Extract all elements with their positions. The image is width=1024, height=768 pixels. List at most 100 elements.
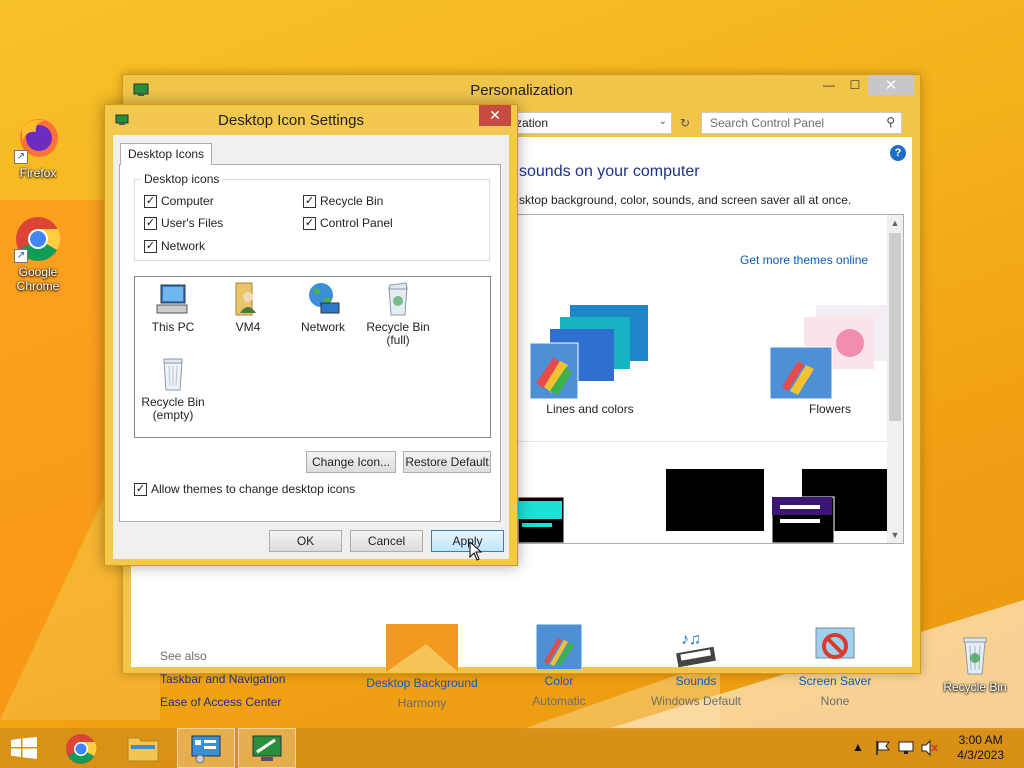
bottom-item-label: Color xyxy=(544,674,574,688)
personalization-icon xyxy=(252,735,282,761)
taskbar-navigation-link[interactable]: Taskbar and Navigation xyxy=(160,672,285,686)
control-panel-icon xyxy=(191,735,221,764)
desktop-icons-group: Desktop icons ✓ Computer ✓ Recycle Bin ✓… xyxy=(134,172,490,261)
scrollbar-thumb[interactable] xyxy=(889,233,901,421)
checkbox-box[interactable]: ✓ xyxy=(144,216,157,230)
file-explorer-taskbar-button[interactable] xyxy=(115,728,173,768)
chrome-icon: ↗ xyxy=(14,215,62,263)
checkbox-label: Control Panel xyxy=(320,216,393,230)
desktop-icon-firefox[interactable]: ↗ Firefox xyxy=(0,116,76,180)
screen-saver-icon xyxy=(812,624,858,670)
system-clock[interactable]: 3:00 AM 4/3/2023 xyxy=(957,733,1004,763)
sounds-item[interactable]: ♪♫ Sounds Windows Default xyxy=(626,624,766,708)
caption-buttons: — ☐ ✕ xyxy=(816,75,914,95)
refresh-icon[interactable]: ↻ xyxy=(674,112,696,134)
search-icon[interactable]: ⚲ xyxy=(886,115,895,129)
checkbox-box[interactable]: ✓ xyxy=(144,239,157,253)
svg-text:♪♫: ♪♫ xyxy=(681,631,701,648)
this-pc-icon xyxy=(155,281,191,317)
dialog-close-button[interactable]: ✕ xyxy=(479,105,511,126)
tab-desktop-icons[interactable]: Desktop Icons xyxy=(120,143,213,165)
checkbox-box[interactable]: ✓ xyxy=(134,482,147,496)
apply-button[interactable]: Apply xyxy=(431,530,504,552)
personalization-taskbar-button[interactable] xyxy=(238,728,296,768)
theme-lines-and-colors[interactable]: Lines and colors xyxy=(529,303,650,416)
network-icon[interactable] xyxy=(898,740,914,756)
get-more-themes-link[interactable]: Get more themes online xyxy=(740,253,868,267)
address-field[interactable]: zation ⌄ xyxy=(509,112,672,134)
help-icon[interactable]: ? xyxy=(890,145,906,161)
checkbox-allow-themes[interactable]: ✓ Allow themes to change desktop icons xyxy=(134,482,355,496)
checkbox-control-panel[interactable]: ✓ Control Panel xyxy=(303,216,393,230)
control-panel-taskbar-button[interactable] xyxy=(177,728,235,768)
checkbox-label: User's Files xyxy=(161,216,224,230)
chrome-icon xyxy=(66,734,97,764)
close-button[interactable]: ✕ xyxy=(868,75,914,95)
checkbox-network[interactable]: ✓ Network xyxy=(144,239,205,253)
clock-time: 3:00 AM xyxy=(958,733,1003,747)
checkbox-label: Recycle Bin xyxy=(320,194,384,208)
theme-high-contrast-2[interactable] xyxy=(771,469,898,543)
bottom-item-label: Desktop Background xyxy=(366,676,478,690)
minimize-button[interactable]: — xyxy=(816,75,842,95)
tab-panel: Desktop icons ✓ Computer ✓ Recycle Bin ✓… xyxy=(119,164,501,522)
volume-muted-icon[interactable] xyxy=(921,740,939,756)
windows-logo-icon xyxy=(11,737,37,759)
desktop-icon-label: Google Chrome xyxy=(16,265,60,293)
search-input[interactable]: Search Control Panel ⚲ xyxy=(701,112,902,134)
user-folder-icon xyxy=(230,281,266,317)
see-also-heading: See also xyxy=(160,649,207,663)
chrome-taskbar-button[interactable] xyxy=(53,728,111,768)
cancel-button[interactable]: Cancel xyxy=(350,530,423,552)
list-item-network[interactable]: Network xyxy=(286,281,360,334)
bottom-item-value: Windows Default xyxy=(650,694,742,708)
start-button[interactable] xyxy=(0,728,50,768)
bottom-item-value: Automatic xyxy=(532,694,586,708)
shortcut-arrow-icon: ↗ xyxy=(14,249,28,263)
list-item-recycle-bin-empty[interactable]: Recycle Bin (empty) xyxy=(136,356,210,422)
list-item-recycle-bin-full[interactable]: Recycle Bin (full) xyxy=(361,281,435,347)
chevron-up-icon[interactable]: ▲ xyxy=(887,215,903,231)
chevron-down-icon[interactable]: ⌄ xyxy=(659,116,667,127)
icon-list[interactable]: This PC VM4 Network Recycle Bin (full) R… xyxy=(134,276,491,438)
checkbox-box[interactable]: ✓ xyxy=(144,194,157,208)
screen-saver-item[interactable]: Screen Saver None xyxy=(765,624,905,708)
checkbox-label: Network xyxy=(161,239,206,253)
desktop-icon-recycle-bin[interactable]: Recycle Bin xyxy=(937,630,1013,694)
desktop-icon-label: Recycle Bin xyxy=(943,680,1007,694)
list-item-label: VM4 xyxy=(235,320,261,334)
theme-divider xyxy=(518,441,888,442)
list-item-label: Network xyxy=(300,320,345,334)
restore-default-button[interactable]: Restore Default xyxy=(403,451,491,473)
folder-icon xyxy=(127,737,159,762)
desktop-icon-chrome[interactable]: ↗ Google Chrome xyxy=(0,215,76,293)
action-center-flag-icon[interactable] xyxy=(875,740,891,756)
address-text: zation xyxy=(516,116,549,130)
color-item[interactable]: Color Automatic xyxy=(489,623,629,708)
list-item-vm4[interactable]: VM4 xyxy=(211,281,285,334)
theme-flowers[interactable]: Flowers xyxy=(769,303,890,416)
recycle-bin-icon xyxy=(951,630,999,678)
checkbox-users-files[interactable]: ✓ User's Files xyxy=(144,216,223,230)
show-hidden-icons-button[interactable]: ▲ xyxy=(852,740,864,768)
theme-label: Flowers xyxy=(808,402,851,416)
ease-of-access-link[interactable]: Ease of Access Center xyxy=(160,695,281,709)
maximize-button[interactable]: ☐ xyxy=(842,75,868,95)
list-item-this-pc[interactable]: This PC xyxy=(136,281,210,334)
themes-list: Get more themes online Lines and colors xyxy=(517,214,904,544)
checkbox-computer[interactable]: ✓ Computer xyxy=(144,194,214,208)
list-item-label: Recycle Bin (full) xyxy=(366,320,430,347)
vertical-scrollbar[interactable]: ▲ ▼ xyxy=(887,215,903,543)
mouse-cursor-icon xyxy=(469,541,483,561)
desktop-background-item[interactable]: Desktop Background Harmony xyxy=(352,624,492,710)
recycle-bin-full-icon xyxy=(380,281,416,317)
chevron-down-icon[interactable]: ▼ xyxy=(887,527,903,543)
bottom-item-value: Harmony xyxy=(397,696,447,710)
checkbox-box[interactable]: ✓ xyxy=(303,216,316,230)
theme-high-contrast-1[interactable] xyxy=(518,469,774,543)
checkbox-recycle-bin[interactable]: ✓ Recycle Bin xyxy=(303,194,383,208)
ok-button[interactable]: OK xyxy=(269,530,342,552)
change-icon-button[interactable]: Change Icon... xyxy=(306,451,396,473)
title-bar[interactable]: Personalization — ☐ ✕ xyxy=(123,75,920,105)
checkbox-box[interactable]: ✓ xyxy=(303,194,316,208)
